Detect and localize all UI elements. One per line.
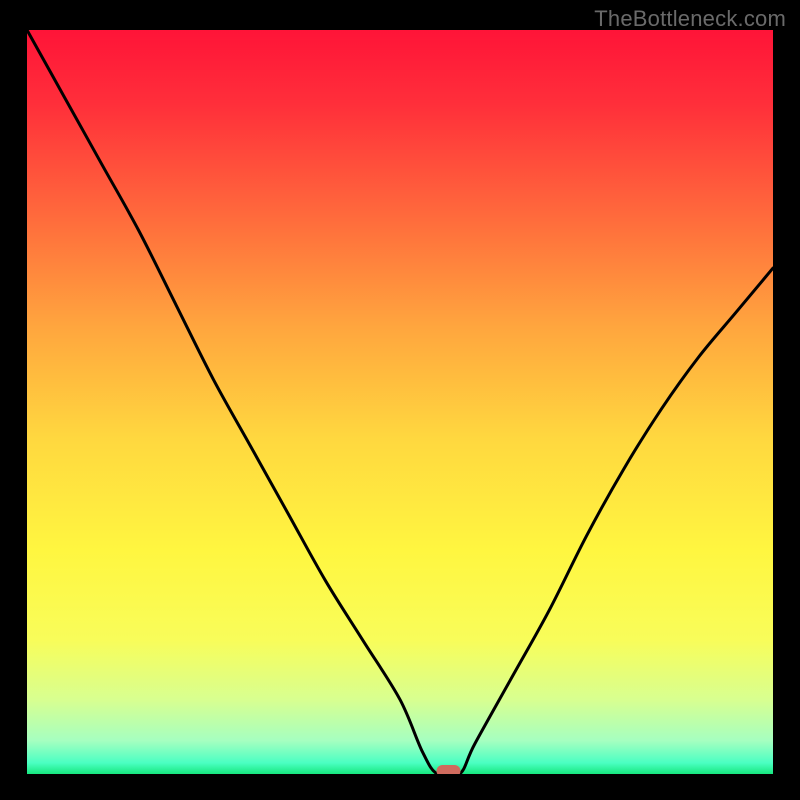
chart-frame: TheBottleneck.com (0, 0, 800, 800)
gradient-background (27, 30, 773, 774)
chart-svg (27, 30, 773, 774)
plot-area (27, 30, 773, 774)
minimum-marker (437, 765, 461, 774)
attribution-label: TheBottleneck.com (594, 6, 786, 32)
